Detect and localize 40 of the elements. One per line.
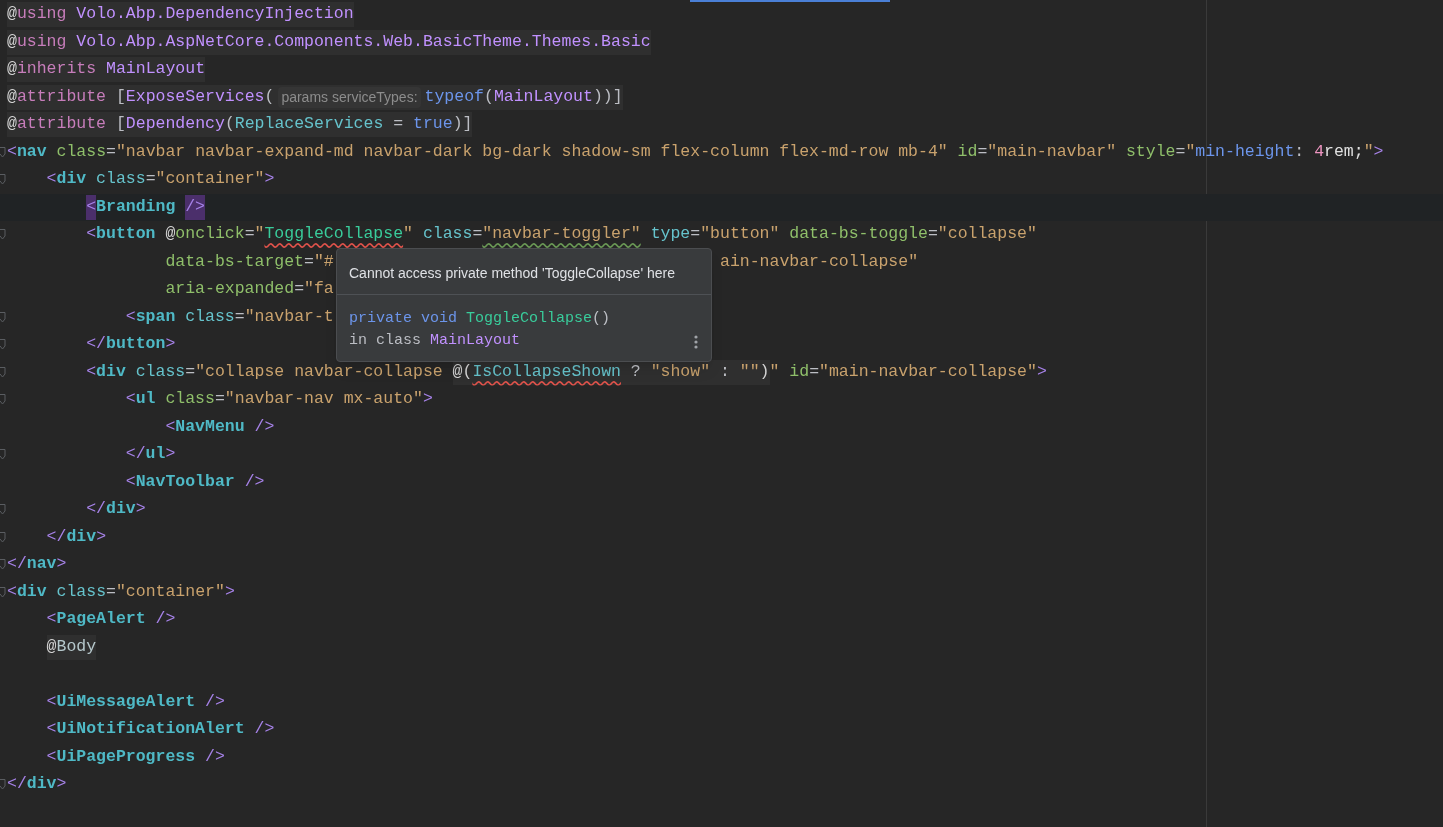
code-line: <nav class="navbar navbar-expand-md navbar-dark bg-dark shadow-sm flex-column flex-md-row mb-4" id="main-navbar" style="min-height: 4rem;">: [7, 140, 1384, 163]
code-line: </nav>: [7, 553, 67, 576]
method-location: in class MainLayout: [349, 331, 521, 351]
fold-icon[interactable]: [0, 394, 6, 405]
code-line: <NavToolbar />: [125, 470, 265, 493]
fold-icon[interactable]: [0, 146, 6, 158]
code-line: <NavMenu />: [165, 415, 275, 438]
fold-icon[interactable]: [0, 586, 6, 598]
fold-icon[interactable]: [0, 449, 6, 460]
code-line: <ul class="navbar-nav mx-auto">: [125, 388, 433, 411]
tooltip-message: Cannot access private method 'ToggleCollapse' here: [349, 264, 675, 283]
code-line: aria-expanded="fa: [165, 278, 334, 301]
method-signature: private void ToggleCollapse(): [349, 309, 611, 329]
code-line: <span class="navbar-t: [125, 305, 334, 328]
code-line: ain-navbar-collapse": [720, 250, 919, 273]
code-line: @Body: [46, 634, 97, 660]
code-line: </div>: [7, 773, 67, 796]
code-line: </button>: [86, 333, 176, 356]
fold-icon[interactable]: [0, 174, 6, 185]
code-line: data-bs-target="#: [165, 250, 334, 273]
code-line: <UiMessageAlert />: [46, 690, 225, 713]
fold-icon[interactable]: [0, 229, 6, 240]
code-line: </div>: [86, 498, 146, 521]
fold-icon[interactable]: [0, 339, 6, 350]
code-line: <UiNotificationAlert />: [46, 718, 275, 741]
code-line: <PageAlert />: [46, 608, 176, 631]
code-line: <Branding />: [86, 194, 206, 220]
fold-icon[interactable]: [0, 504, 6, 515]
fold-icon[interactable]: [0, 531, 6, 543]
fold-icon[interactable]: [0, 779, 6, 790]
code-line: <UiPageProgress />: [46, 745, 225, 768]
code-line: <div class="container">: [7, 580, 235, 603]
more-icon[interactable]: [694, 335, 698, 349]
code-line: </div>: [46, 525, 107, 548]
code-line: <button @onclick="ToggleCollapse" class="navbar-toggler" type="button" data-bs-toggle="collapse": [86, 223, 1037, 246]
code-line: <div class="container">: [46, 168, 275, 191]
fold-icon[interactable]: [0, 559, 6, 570]
code-line: </ul>: [125, 443, 176, 466]
fold-icon[interactable]: [0, 311, 6, 323]
fold-icon[interactable]: [0, 366, 6, 378]
